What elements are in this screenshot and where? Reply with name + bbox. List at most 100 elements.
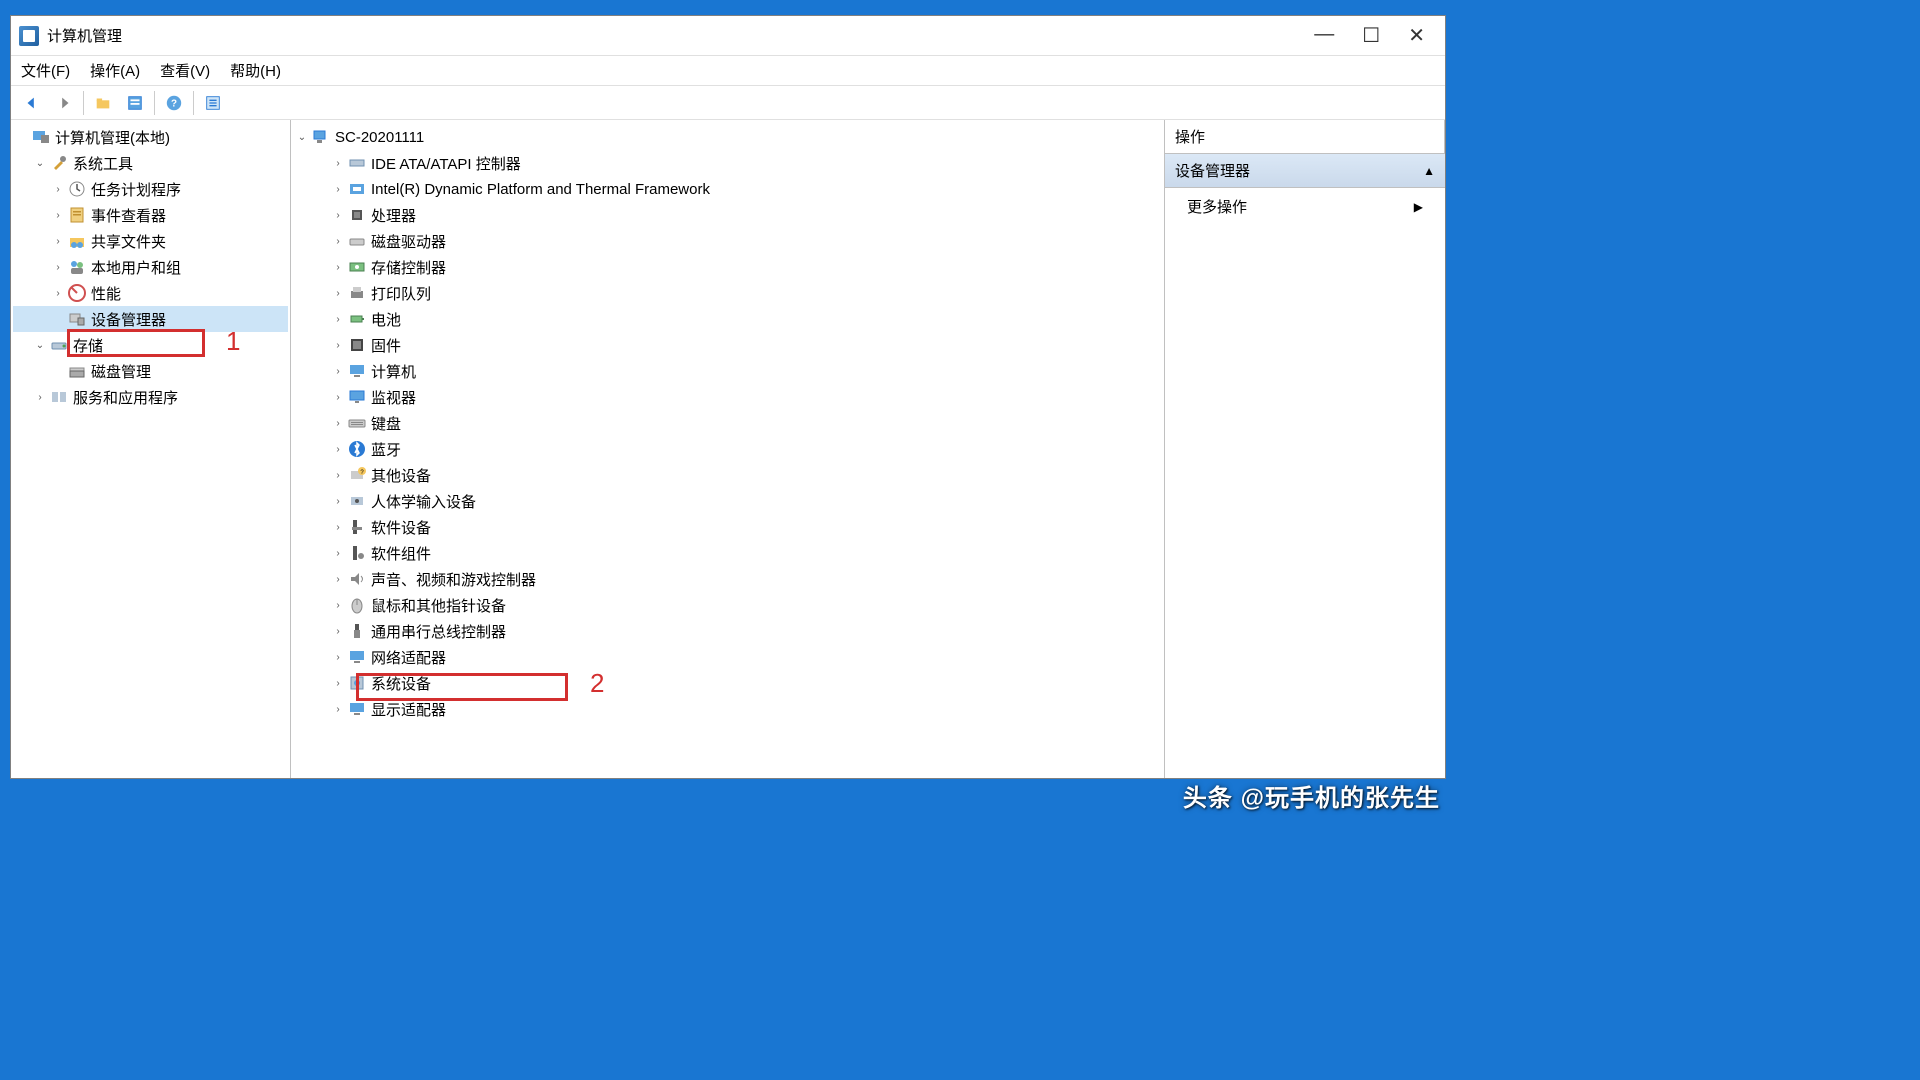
device-category-keyboard[interactable]: ›键盘 [293,410,1162,436]
expander-icon[interactable]: › [329,648,347,666]
battery-icon [347,309,367,329]
device-category-firmware[interactable]: ›固件 [293,332,1162,358]
collapse-icon[interactable]: ▲ [1423,164,1435,178]
device-category-battery[interactable]: ›电池 [293,306,1162,332]
app-icon [19,26,39,46]
expander-icon[interactable]: › [49,180,67,198]
expander-icon[interactable]: › [329,466,347,484]
tree-event-viewer[interactable]: › 事件查看器 [13,202,288,228]
toolbar-up-button[interactable] [88,90,118,116]
expander-icon[interactable]: › [329,336,347,354]
device-category-usb[interactable]: ›通用串行总线控制器 [293,618,1162,644]
expander-icon[interactable]: ⌄ [293,128,311,146]
tree-system-tools[interactable]: ⌄ 系统工具 [13,150,288,176]
device-category-storage[interactable]: ›存储控制器 [293,254,1162,280]
system-icon [347,673,367,693]
device-category-disk[interactable]: ›磁盘驱动器 [293,228,1162,254]
menu-file[interactable]: 文件(F) [21,60,70,81]
device-category-monitor[interactable]: ›监视器 [293,384,1162,410]
device-category-ide[interactable]: ›IDE ATA/ATAPI 控制器 [293,150,1162,176]
expander-icon[interactable]: › [329,700,347,718]
tree-local-users[interactable]: › 本地用户和组 [13,254,288,280]
device-category-intel[interactable]: ›Intel(R) Dynamic Platform and Thermal F… [293,176,1162,202]
expander-icon[interactable]: › [49,284,67,302]
device-category-mouse[interactable]: ›鼠标和其他指针设备 [293,592,1162,618]
actions-more[interactable]: 更多操作 ▶ [1165,188,1445,225]
expander-icon[interactable]: › [329,206,347,224]
device-category-sound[interactable]: ›声音、视频和游戏控制器 [293,566,1162,592]
window-frame: 计算机管理 — ☐ ✕ 文件(F) 操作(A) 查看(V) 帮助(H) ? [10,15,1446,779]
expander-icon[interactable]: › [49,206,67,224]
tree-disk-management[interactable]: 磁盘管理 [13,358,288,384]
device-category-software[interactable]: ›软件设备 [293,514,1162,540]
tree-root-computer-management[interactable]: 计算机管理(本地) [13,124,288,150]
expander-icon[interactable]: › [49,232,67,250]
toolbar-help-button[interactable]: ? [159,90,189,116]
expander-icon[interactable]: › [329,180,347,198]
tree-services-apps[interactable]: › 服务和应用程序 [13,384,288,410]
expander-icon[interactable]: › [329,284,347,302]
device-tree[interactable]: ⌄ SC-20201111 ›IDE ATA/ATAPI 控制器›Intel(R… [291,120,1165,778]
maximize-button[interactable]: ☐ [1362,23,1380,48]
expander-icon[interactable]: ⌄ [31,154,49,172]
tree-device-manager[interactable]: 设备管理器 [13,306,288,332]
expander-icon[interactable]: › [329,388,347,406]
expander-icon[interactable]: › [329,258,347,276]
expander-icon[interactable]: › [329,154,347,172]
tree-storage[interactable]: ⌄ 存储 [13,332,288,358]
close-button[interactable]: ✕ [1408,23,1425,48]
device-category-printer[interactable]: ›打印队列 [293,280,1162,306]
expander-icon[interactable]: › [329,596,347,614]
expander-icon[interactable]: ⌄ [31,336,49,354]
device-category-component[interactable]: ›软件组件 [293,540,1162,566]
toolbar-divider [154,91,155,115]
expander-icon[interactable]: › [329,674,347,692]
tree-task-scheduler[interactable]: › 任务计划程序 [13,176,288,202]
toolbar-back-button[interactable] [17,90,47,116]
device-tree-root[interactable]: ⌄ SC-20201111 [293,124,1162,150]
expander-icon[interactable]: › [329,414,347,432]
device-category-other[interactable]: ›?其他设备 [293,462,1162,488]
properties-icon [126,94,144,112]
expander-icon[interactable]: › [329,518,347,536]
menu-help[interactable]: 帮助(H) [230,60,281,81]
left-nav-tree[interactable]: 计算机管理(本地) ⌄ 系统工具 › [11,120,291,778]
computer-icon [347,361,367,381]
printer-icon [347,283,367,303]
expander-icon[interactable]: › [31,388,49,406]
svg-text:?: ? [171,98,177,109]
device-category-hid[interactable]: ›人体学输入设备 [293,488,1162,514]
device-category-cpu[interactable]: ›处理器 [293,202,1162,228]
device-category-computer[interactable]: ›计算机 [293,358,1162,384]
menu-action[interactable]: 操作(A) [90,60,140,81]
disk-icon [67,361,87,381]
expander-icon[interactable]: › [329,544,347,562]
expander-icon[interactable]: › [329,232,347,250]
menu-view[interactable]: 查看(V) [160,60,210,81]
toolbar-view-button[interactable] [198,90,228,116]
view-icon [204,94,222,112]
device-category-display[interactable]: ›显示适配器 [293,696,1162,722]
expander-icon[interactable]: › [329,440,347,458]
expander-icon[interactable]: › [49,258,67,276]
actions-pane-subheader[interactable]: 设备管理器 ▲ [1165,154,1445,188]
window-title: 计算机管理 [47,25,122,46]
tree-performance[interactable]: › 性能 [13,280,288,306]
monitor-icon [347,387,367,407]
minimize-button[interactable]: — [1314,23,1334,48]
toolbar-forward-button[interactable] [49,90,79,116]
device-category-system[interactable]: ›系统设备 [293,670,1162,696]
mouse-icon [347,595,367,615]
toolbar-properties-button[interactable] [120,90,150,116]
expander-icon[interactable]: › [329,362,347,380]
expander-icon[interactable]: › [329,492,347,510]
menubar: 文件(F) 操作(A) 查看(V) 帮助(H) [11,56,1445,86]
other-icon: ? [347,465,367,485]
expander-icon[interactable]: › [329,622,347,640]
expander-icon[interactable]: › [329,310,347,328]
tree-shared-folders[interactable]: › 共享文件夹 [13,228,288,254]
services-icon [49,387,69,407]
device-category-network[interactable]: ›网络适配器 [293,644,1162,670]
expander-icon[interactable]: › [329,570,347,588]
device-category-bluetooth[interactable]: ›蓝牙 [293,436,1162,462]
